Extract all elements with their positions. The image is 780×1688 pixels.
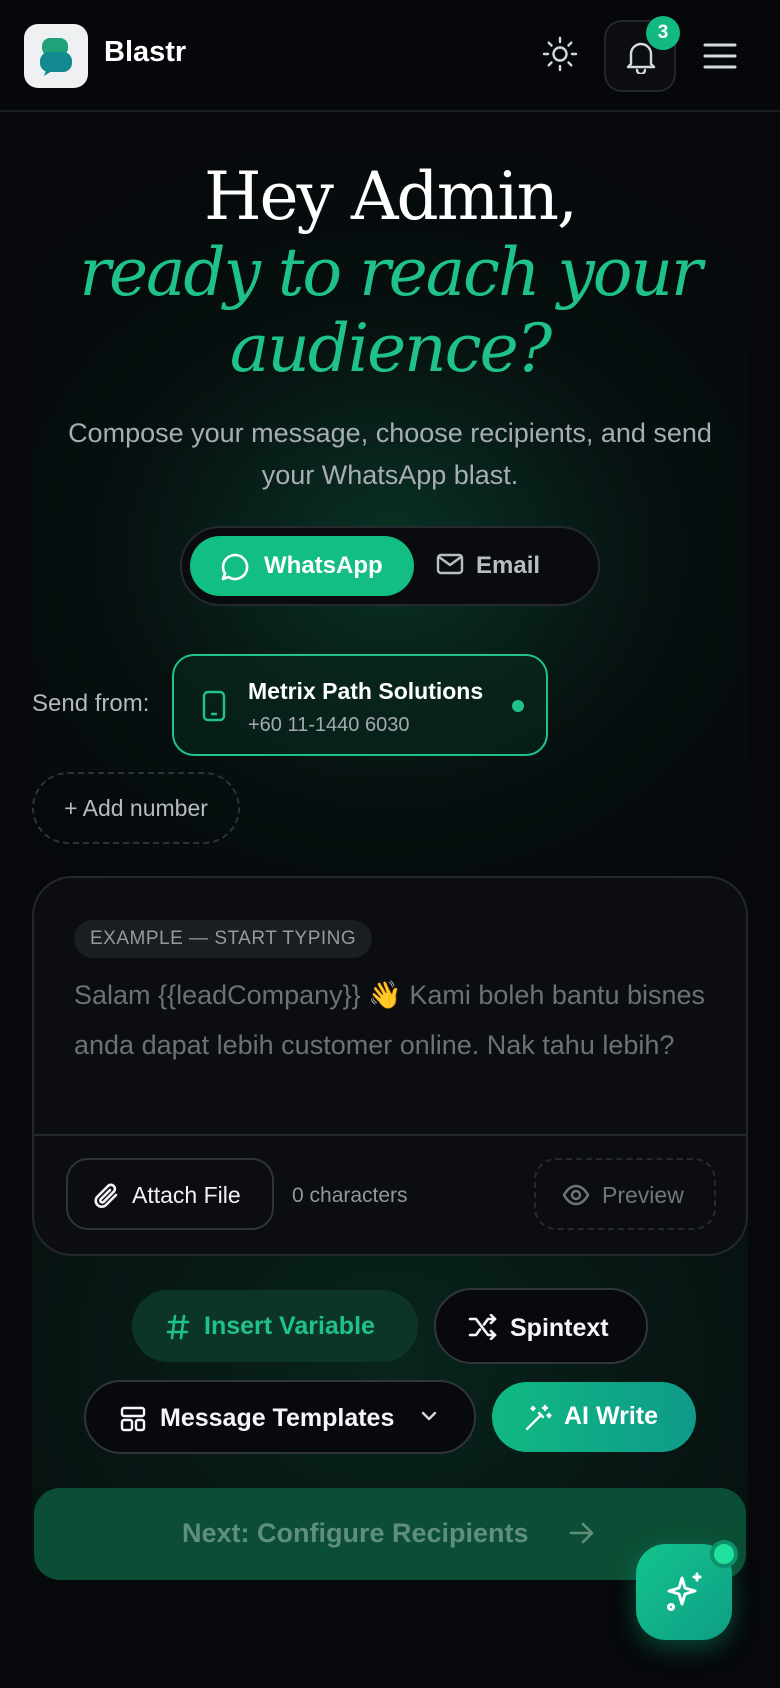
- insert-variable-label: Insert Variable: [204, 1312, 375, 1340]
- ai-write-label: AI Write: [564, 1402, 658, 1430]
- shuffle-icon: [468, 1314, 497, 1340]
- online-indicator-dot: [710, 1540, 738, 1568]
- message-input[interactable]: Salam {{leadCompany}} 👋 Kami boleh bantu…: [74, 970, 714, 1070]
- greeting-heading: Hey Admin,: [204, 158, 578, 235]
- notification-badge: 3: [646, 16, 680, 50]
- message-templates-dropdown[interactable]: Message Templates: [84, 1380, 476, 1454]
- character-count: 0 characters: [292, 1184, 408, 1207]
- ai-write-button[interactable]: AI Write: [492, 1382, 696, 1452]
- email-tab[interactable]: Email: [436, 544, 586, 592]
- sun-icon[interactable]: [542, 36, 578, 72]
- message-composer: EXAMPLE — START TYPING Salam {{leadCompa…: [32, 876, 748, 1256]
- headline-line-2: audience?: [229, 310, 552, 387]
- preview-button[interactable]: Preview: [534, 1158, 716, 1230]
- chevron-down-icon: [421, 1411, 437, 1421]
- paperclip-icon: [94, 1183, 118, 1208]
- composer-divider: [34, 1134, 746, 1136]
- preview-label: Preview: [602, 1182, 684, 1208]
- template-layout-icon: [120, 1406, 146, 1432]
- message-templates-label: Message Templates: [160, 1404, 395, 1432]
- brand-name: Blastr: [104, 36, 187, 68]
- magic-wand-icon: [525, 1404, 552, 1431]
- sender-card[interactable]: Metrix Path Solutions +60 11-1440 6030: [172, 654, 548, 756]
- sender-name: Metrix Path Solutions: [248, 678, 484, 704]
- menu-icon[interactable]: [702, 38, 738, 74]
- phone-icon: [202, 690, 226, 722]
- eye-icon: [562, 1184, 590, 1206]
- logo-icon[interactable]: [24, 24, 88, 88]
- add-number-button[interactable]: + Add number: [32, 772, 240, 844]
- whatsapp-tab[interactable]: WhatsApp: [190, 536, 414, 596]
- hero-subtitle: Compose your message, choose recipients,…: [68, 418, 712, 490]
- mail-icon: [436, 553, 464, 575]
- insert-variable-button[interactable]: Insert Variable: [132, 1290, 418, 1362]
- next-button-label: Next: Configure Recipients: [182, 1518, 529, 1548]
- attach-file-button[interactable]: Attach File: [66, 1158, 274, 1230]
- hash-icon: [166, 1314, 190, 1340]
- spintext-button[interactable]: Spintext: [434, 1288, 648, 1364]
- attach-file-label: Attach File: [132, 1182, 241, 1208]
- email-tab-label: Email: [476, 552, 541, 579]
- chat-bubble-icon: [221, 553, 249, 581]
- example-tag: EXAMPLE — START TYPING: [74, 920, 373, 958]
- active-status-dot: [512, 700, 524, 712]
- whatsapp-tab-label: WhatsApp: [264, 552, 383, 579]
- spintext-label: Spintext: [510, 1314, 609, 1342]
- app-header: Blastr 3: [0, 0, 780, 112]
- headline-line-1: ready to reach your: [79, 234, 702, 311]
- sparkles-icon: [667, 1572, 702, 1611]
- arrow-right-icon: [569, 1522, 594, 1544]
- sender-number: +60 11-1440 6030: [248, 714, 410, 736]
- send-from-label: Send from:: [32, 690, 150, 717]
- channel-toggle: WhatsApp Email: [180, 526, 600, 606]
